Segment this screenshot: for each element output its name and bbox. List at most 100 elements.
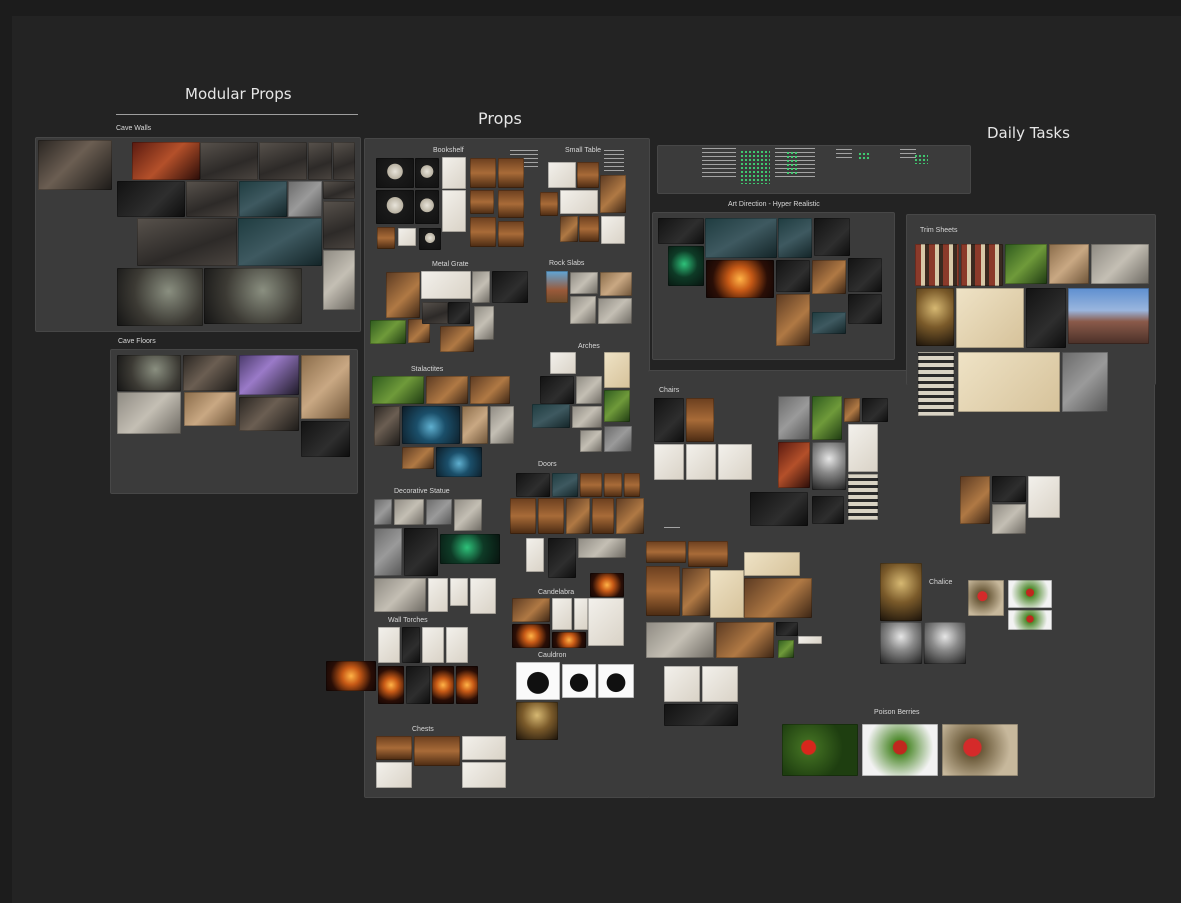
rock-slab-image[interactable] <box>600 272 632 296</box>
bookshelf-image[interactable] <box>470 217 496 247</box>
bookshelf-image[interactable] <box>377 227 395 249</box>
torch-image[interactable] <box>378 666 404 704</box>
skull-image[interactable] <box>376 158 414 188</box>
torch-image[interactable] <box>432 666 454 704</box>
rock-texture-image[interactable] <box>323 201 355 249</box>
stalactite-image[interactable] <box>462 406 488 444</box>
skeleton-image[interactable] <box>812 496 844 524</box>
cave-floor-image[interactable] <box>301 355 350 419</box>
table-image[interactable] <box>600 175 626 213</box>
door-image[interactable] <box>566 498 590 534</box>
skeleton-image[interactable] <box>848 424 878 472</box>
rock-texture-image[interactable] <box>137 218 237 266</box>
stalactite-image[interactable] <box>374 406 400 446</box>
rock-slab-image[interactable] <box>570 272 598 294</box>
door-image[interactable] <box>510 498 536 534</box>
torch-image[interactable] <box>456 666 478 704</box>
tool-image[interactable] <box>702 666 738 702</box>
barrel-image[interactable] <box>1028 476 1060 518</box>
statue-image[interactable] <box>374 578 426 612</box>
stalactite-image[interactable] <box>436 447 482 477</box>
skeleton-image[interactable] <box>812 442 846 490</box>
bookshelf-image[interactable] <box>470 158 496 188</box>
table-image[interactable] <box>540 192 558 216</box>
arch-image[interactable] <box>604 426 632 452</box>
statue-image[interactable] <box>426 499 452 525</box>
cave-floor-image[interactable] <box>183 355 237 391</box>
table-image[interactable] <box>577 162 599 188</box>
door-image[interactable] <box>624 473 640 497</box>
cave-floor-image[interactable] <box>184 392 236 426</box>
stalactite-image[interactable] <box>402 447 434 469</box>
art-direction-image[interactable] <box>848 294 882 324</box>
torch-image[interactable] <box>326 661 376 691</box>
statue-image[interactable] <box>450 578 468 606</box>
cauldron-image[interactable] <box>516 702 558 740</box>
cave-image[interactable] <box>117 181 185 217</box>
arch-image[interactable] <box>580 430 602 452</box>
skeleton-image[interactable] <box>812 396 842 440</box>
chair-image[interactable] <box>686 398 714 442</box>
statue-image[interactable] <box>440 534 500 564</box>
bookshelf-image[interactable] <box>470 190 494 214</box>
bookshelf-image[interactable] <box>498 221 524 247</box>
blood-image[interactable] <box>968 580 1004 616</box>
door-image[interactable] <box>604 473 622 497</box>
arch-image[interactable] <box>604 390 630 422</box>
cave-image[interactable] <box>117 268 203 326</box>
torch-image[interactable] <box>402 627 420 663</box>
metal-grate-image[interactable] <box>422 302 448 324</box>
chair-image[interactable] <box>686 444 716 480</box>
rock-texture-image[interactable] <box>288 181 322 217</box>
book-image[interactable] <box>744 578 812 618</box>
statue-image[interactable] <box>404 528 438 576</box>
tool-image[interactable] <box>664 666 700 702</box>
arch-image[interactable] <box>576 376 602 404</box>
art-direction-image[interactable] <box>658 218 704 244</box>
rock-texture-image[interactable] <box>239 181 287 217</box>
book-image[interactable] <box>798 636 822 644</box>
trim-sheet-image[interactable] <box>1091 244 1149 284</box>
metal-grate-image[interactable] <box>474 306 494 340</box>
candle-image[interactable] <box>552 632 586 648</box>
rock-slab-image[interactable] <box>598 298 632 324</box>
bookshelf-image[interactable] <box>442 190 466 232</box>
cave-floor-image[interactable] <box>117 355 181 391</box>
skeleton-image[interactable] <box>848 474 878 520</box>
metal-grate-image[interactable] <box>440 326 474 352</box>
art-direction-image[interactable] <box>812 260 846 294</box>
trim-sheet-image[interactable] <box>1068 288 1149 344</box>
trim-sheet-image[interactable] <box>1005 244 1047 284</box>
skeleton-image[interactable] <box>844 398 860 422</box>
book-image[interactable] <box>778 640 794 658</box>
table-image[interactable] <box>560 190 598 214</box>
statue-image[interactable] <box>374 528 402 576</box>
skull-image[interactable] <box>376 190 414 224</box>
stalactite-image[interactable] <box>402 406 460 444</box>
table-image[interactable] <box>560 216 578 242</box>
book-image[interactable] <box>682 568 710 616</box>
skeleton-image[interactable] <box>750 492 808 526</box>
candle-image[interactable] <box>590 573 624 597</box>
book-image[interactable] <box>646 541 686 563</box>
metal-grate-image[interactable] <box>421 271 471 299</box>
candle-image[interactable] <box>588 598 624 646</box>
door-image[interactable] <box>526 538 544 572</box>
trim-sheet-image[interactable] <box>916 288 954 346</box>
art-direction-image[interactable] <box>814 218 850 256</box>
metal-grate-image[interactable] <box>448 302 470 324</box>
chalice-image[interactable] <box>880 622 922 664</box>
cave-image[interactable] <box>38 140 112 190</box>
trim-sheet-image[interactable] <box>958 352 1060 412</box>
door-image[interactable] <box>552 473 578 497</box>
blood-image[interactable] <box>1008 610 1052 630</box>
skull-image[interactable] <box>419 228 441 250</box>
cave-image[interactable] <box>204 268 302 324</box>
cave-floor-image[interactable] <box>239 397 299 431</box>
metal-grate-image[interactable] <box>370 320 406 344</box>
skeleton-image[interactable] <box>778 442 810 488</box>
cave-floor-image[interactable] <box>301 421 350 457</box>
book-image[interactable] <box>710 570 744 618</box>
trim-sheet-image[interactable] <box>918 352 954 416</box>
chest-image[interactable] <box>376 762 412 788</box>
